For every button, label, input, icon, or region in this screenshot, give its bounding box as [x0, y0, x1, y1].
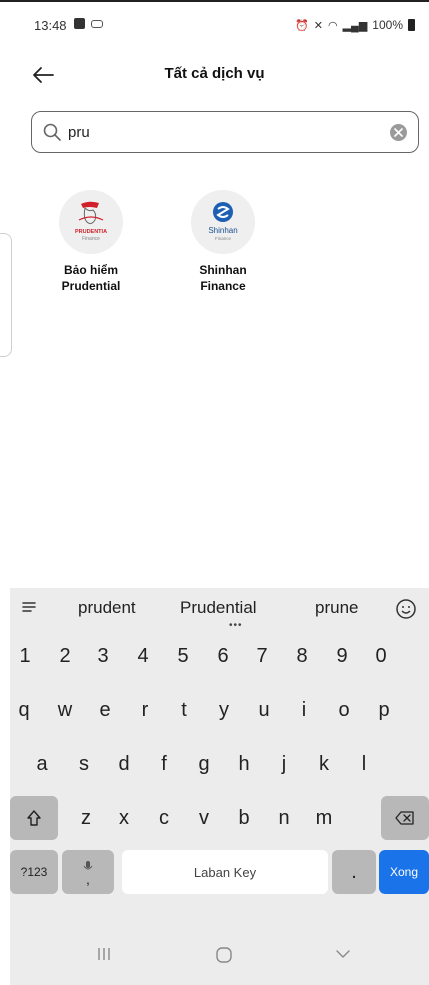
key-l[interactable]: l — [346, 742, 382, 786]
clear-search-icon[interactable] — [390, 124, 407, 141]
backspace-icon — [395, 811, 414, 825]
key-y[interactable]: y — [206, 688, 242, 732]
page-title: Tất cả dịch vụ — [164, 65, 265, 82]
key-0[interactable]: 0 — [366, 634, 396, 678]
search-bar[interactable] — [31, 111, 419, 153]
key-b[interactable]: b — [226, 796, 262, 840]
shinhan-logo: Shinhan Finance — [191, 190, 255, 254]
shinhan-logo-icon: Shinhan Finance — [191, 190, 255, 254]
key-p[interactable]: p — [366, 688, 402, 732]
close-icon — [394, 128, 403, 137]
prudential-logo-icon: PRUDENTIA Finance — [59, 190, 123, 254]
wifi-icon: ◠ — [327, 19, 338, 32]
search-icon — [43, 123, 61, 141]
chevron-down-icon[interactable] — [335, 946, 351, 962]
navigation-bar — [10, 932, 429, 985]
message-icon — [91, 19, 103, 28]
notification-icon — [74, 18, 85, 29]
period-key[interactable]: . — [332, 850, 376, 894]
service-name: Shinhan Finance — [168, 262, 278, 294]
key-t[interactable]: t — [166, 688, 202, 732]
service-name: Bảo hiểm Prudential — [36, 262, 146, 294]
status-right-icons: ⏰ ✕ ◠ ▂▄▆ 100% — [295, 18, 415, 32]
key-d[interactable]: d — [106, 742, 142, 786]
key-o[interactable]: o — [326, 688, 362, 732]
more-suggestions-icon[interactable]: ••• — [229, 620, 243, 631]
key-c[interactable]: c — [146, 796, 182, 840]
service-item-prudential[interactable]: PRUDENTIA Finance Bảo hiểm Prudential — [36, 190, 146, 294]
key-h[interactable]: h — [226, 742, 262, 786]
svg-text:Finance: Finance — [215, 236, 232, 241]
done-key[interactable]: Xong — [379, 850, 429, 894]
key-a[interactable]: a — [24, 742, 60, 786]
key-2[interactable]: 2 — [50, 634, 80, 678]
key-z[interactable]: z — [68, 796, 104, 840]
side-drawer-handle[interactable] — [0, 233, 12, 357]
status-bar: 13:48 ⏰ ✕ ◠ ▂▄▆ 100% — [0, 0, 429, 40]
signal-icon: ▂▄▆ — [342, 19, 368, 32]
backspace-key[interactable] — [381, 796, 429, 840]
emoji-icon[interactable] — [395, 598, 417, 620]
key-1[interactable]: 1 — [10, 634, 40, 678]
status-left-icons — [74, 18, 103, 29]
symbols-key[interactable]: ?123 — [10, 850, 58, 894]
service-name-line2: Prudential — [61, 279, 121, 293]
key-r[interactable]: r — [127, 688, 163, 732]
service-name-line2: Finance — [200, 279, 246, 293]
prudential-logo: PRUDENTIA Finance — [59, 190, 123, 254]
key-8[interactable]: 8 — [287, 634, 317, 678]
key-m[interactable]: m — [306, 796, 342, 840]
key-6[interactable]: 6 — [208, 634, 238, 678]
svg-text:PRUDENTIA: PRUDENTIA — [75, 229, 107, 235]
svg-text:Shinhan: Shinhan — [208, 226, 237, 235]
battery-icon — [408, 19, 415, 31]
key-v[interactable]: v — [186, 796, 222, 840]
key-4[interactable]: 4 — [128, 634, 158, 678]
key-w[interactable]: w — [47, 688, 83, 732]
menu-icon[interactable] — [22, 600, 36, 614]
suggestion-1[interactable]: prudent — [78, 598, 136, 618]
comma-key[interactable]: , — [62, 850, 114, 894]
shift-icon — [27, 810, 41, 826]
mute-icon: ✕ — [313, 19, 323, 32]
space-key[interactable]: Laban Key — [122, 850, 328, 894]
key-s[interactable]: s — [66, 742, 102, 786]
key-f[interactable]: f — [146, 742, 182, 786]
key-7[interactable]: 7 — [247, 634, 277, 678]
key-5[interactable]: 5 — [168, 634, 198, 678]
key-x[interactable]: x — [106, 796, 142, 840]
alarm-icon: ⏰ — [295, 19, 309, 32]
search-input[interactable] — [68, 118, 388, 146]
key-k[interactable]: k — [306, 742, 342, 786]
comma-label: , — [86, 871, 90, 887]
key-n[interactable]: n — [266, 796, 302, 840]
suggestion-2[interactable]: Prudential — [180, 598, 257, 618]
suggestion-3[interactable]: prune — [315, 598, 358, 618]
service-name-line1: Shinhan — [199, 263, 247, 277]
keyboard: prudent Prudential ••• prune 1 2 3 4 5 6… — [10, 588, 429, 985]
svg-text:Finance: Finance — [82, 236, 100, 242]
service-name-line1: Bảo hiểm — [63, 263, 118, 277]
key-g[interactable]: g — [186, 742, 222, 786]
battery-level: 100% — [372, 18, 403, 32]
home-icon[interactable] — [215, 946, 233, 964]
service-item-shinhan[interactable]: Shinhan Finance Shinhan Finance — [168, 190, 278, 294]
key-j[interactable]: j — [266, 742, 302, 786]
key-9[interactable]: 9 — [327, 634, 357, 678]
key-i[interactable]: i — [286, 688, 322, 732]
key-e[interactable]: e — [87, 688, 123, 732]
suggestion-bar: prudent Prudential ••• prune — [10, 588, 429, 631]
status-time: 13:48 — [34, 18, 67, 33]
shift-key[interactable] — [10, 796, 58, 840]
recent-apps-icon[interactable] — [96, 946, 112, 962]
key-u[interactable]: u — [246, 688, 282, 732]
header: Tất cả dịch vụ — [0, 55, 429, 95]
key-3[interactable]: 3 — [88, 634, 118, 678]
key-q[interactable]: q — [6, 688, 42, 732]
